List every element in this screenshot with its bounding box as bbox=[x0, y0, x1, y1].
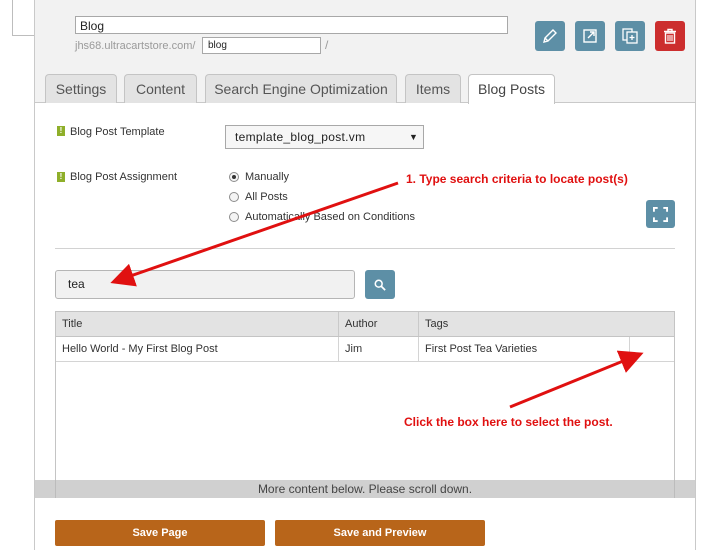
tab-seo[interactable]: Search Engine Optimization bbox=[205, 74, 397, 103]
pencil-icon bbox=[543, 29, 557, 43]
template-select[interactable]: template_blog_post.vm bbox=[225, 125, 424, 149]
row-select-checkbox[interactable] bbox=[630, 337, 674, 362]
url-suffix: / bbox=[325, 38, 329, 52]
scroll-banner: More content below. Please scroll down. bbox=[35, 480, 695, 498]
tab-settings[interactable]: Settings bbox=[45, 74, 117, 103]
column-header-author[interactable]: Author bbox=[339, 312, 419, 336]
edit-button[interactable] bbox=[535, 21, 565, 51]
radio-label-all-posts: All Posts bbox=[245, 191, 288, 203]
external-link-icon bbox=[583, 29, 597, 43]
scroll-banner-rule bbox=[674, 480, 675, 498]
assignment-label: Blog Post Assignment bbox=[70, 171, 178, 183]
scroll-banner-rule bbox=[55, 480, 56, 498]
column-header-tags[interactable]: Tags bbox=[419, 312, 674, 336]
annotation-search-note: 1. Type search criteria to locate post(s… bbox=[406, 172, 628, 186]
template-label: Blog Post Template bbox=[70, 126, 165, 138]
duplicate-icon bbox=[622, 28, 638, 44]
info-icon: ! bbox=[57, 172, 65, 182]
annotation-select-note: Click the box here to select the post. bbox=[404, 415, 613, 429]
save-preview-button[interactable]: Save and Preview bbox=[275, 520, 485, 546]
radio-automatic[interactable] bbox=[229, 212, 239, 222]
radio-label-manually: Manually bbox=[245, 171, 290, 183]
info-icon: ! bbox=[57, 126, 65, 136]
fullscreen-button[interactable] bbox=[646, 200, 675, 228]
search-button[interactable] bbox=[365, 270, 395, 299]
chevron-down-icon: ▼ bbox=[409, 132, 418, 142]
tab-content-editor[interactable]: Content bbox=[124, 74, 197, 103]
trash-icon bbox=[664, 28, 676, 44]
tab-blog-posts[interactable]: Blog Posts bbox=[468, 74, 555, 104]
left-guide-line-horizontal bbox=[12, 35, 34, 36]
section-divider bbox=[55, 248, 675, 249]
save-page-button[interactable]: Save Page bbox=[55, 520, 265, 546]
radio-manually[interactable] bbox=[229, 172, 239, 182]
table-cell-tags[interactable]: First Post Tea Varieties bbox=[419, 337, 630, 362]
radio-all-posts[interactable] bbox=[229, 192, 239, 202]
search-input[interactable]: tea bbox=[55, 270, 355, 299]
search-icon bbox=[374, 279, 386, 291]
column-header-title[interactable]: Title bbox=[56, 312, 339, 336]
url-prefix: jhs68.ultracartstore.com/ bbox=[75, 40, 196, 52]
radio-label-automatic: Automatically Based on Conditions bbox=[245, 211, 415, 223]
table-cell-title[interactable]: Hello World - My First Blog Post bbox=[56, 337, 339, 362]
table-cell-author[interactable]: Jim bbox=[339, 337, 419, 362]
expand-icon bbox=[653, 206, 668, 222]
page-title-input[interactable]: Blog bbox=[75, 16, 508, 34]
delete-button[interactable] bbox=[655, 21, 685, 51]
url-slug-input[interactable]: blog bbox=[202, 37, 321, 54]
tab-items[interactable]: Items bbox=[405, 74, 461, 103]
left-guide-line bbox=[12, 0, 13, 36]
duplicate-button[interactable] bbox=[615, 21, 645, 51]
open-page-button[interactable] bbox=[575, 21, 605, 51]
